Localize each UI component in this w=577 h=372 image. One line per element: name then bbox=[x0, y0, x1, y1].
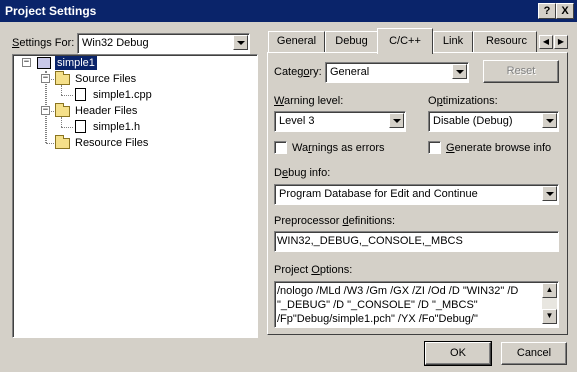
optimizations-dropdown[interactable]: Disable (Debug) bbox=[428, 111, 559, 132]
tab-link[interactable]: Link bbox=[433, 31, 473, 52]
collapse-icon[interactable]: − bbox=[41, 74, 50, 83]
project-options-textarea[interactable]: /nologo /MLd /W3 /Gm /GX /ZI /Od /D "WIN… bbox=[274, 281, 559, 328]
generate-browse-info-checkbox[interactable] bbox=[428, 141, 441, 154]
project-settings-dialog: Project Settings ? X Settings For: Win32… bbox=[0, 0, 577, 372]
collapse-icon[interactable]: − bbox=[41, 106, 50, 115]
project-tree[interactable]: − simple1 − Source Files simple1.cpp − H… bbox=[12, 54, 258, 338]
tree-item-project[interactable]: simple1 bbox=[55, 56, 97, 70]
folder-icon bbox=[55, 135, 70, 149]
preprocessor-value: WIN32,_DEBUG,_CONSOLE,_MBCS bbox=[277, 235, 463, 247]
preprocessor-label: Preprocessor definitions: bbox=[274, 215, 396, 227]
project-options-line-1: /nologo /MLd /W3 /Gm /GX /ZI /Od /D "WIN… bbox=[277, 285, 519, 297]
cpp-file-icon bbox=[75, 88, 86, 101]
tree-item-header-files[interactable]: Header Files bbox=[75, 104, 137, 118]
cancel-button[interactable]: Cancel bbox=[501, 342, 567, 365]
project-options-line-2: "_DEBUG" /D "_CONSOLE" /D "_MBCS" bbox=[277, 299, 478, 311]
help-button[interactable]: ? bbox=[538, 3, 556, 19]
tree-item-source-file[interactable]: simple1.cpp bbox=[93, 88, 152, 102]
optimizations-label: Optimizations: bbox=[428, 95, 498, 107]
tab-general[interactable]: General bbox=[268, 31, 325, 52]
scroll-up-icon[interactable]: ▲ bbox=[542, 283, 557, 298]
tab-c-cpp[interactable]: C/C++ bbox=[377, 28, 433, 54]
category-label: Category: bbox=[274, 66, 322, 78]
chevron-down-icon[interactable] bbox=[233, 35, 248, 50]
warning-level-dropdown[interactable]: Level 3 bbox=[274, 111, 406, 132]
warnings-as-errors-label[interactable]: Warnings as errors bbox=[292, 141, 385, 155]
ok-button[interactable]: OK bbox=[424, 341, 492, 366]
tree-item-resource-files[interactable]: Resource Files bbox=[75, 136, 148, 150]
settings-for-value: Win32 Debug bbox=[82, 37, 149, 49]
tree-line bbox=[61, 85, 62, 95]
warning-level-value: Level 3 bbox=[279, 115, 315, 127]
title-bar[interactable]: Project Settings ? X bbox=[0, 0, 577, 22]
chevron-down-icon[interactable] bbox=[452, 64, 467, 79]
collapse-icon[interactable]: − bbox=[22, 58, 31, 67]
folder-open-icon bbox=[55, 71, 70, 85]
project-options-label: Project Options: bbox=[274, 264, 353, 276]
tree-item-header-file[interactable]: simple1.h bbox=[93, 120, 140, 134]
debug-info-value: Program Database for Edit and Continue bbox=[279, 188, 478, 200]
chevron-down-icon[interactable] bbox=[542, 186, 557, 201]
project-icon bbox=[37, 57, 51, 69]
tab-resources[interactable]: Resourc bbox=[473, 31, 537, 52]
window-title: Project Settings bbox=[5, 4, 97, 18]
tab-scroll-left-icon[interactable]: ◀ bbox=[539, 35, 553, 49]
generate-browse-info-label[interactable]: Generate browse info bbox=[446, 141, 551, 155]
chevron-down-icon[interactable] bbox=[542, 113, 557, 128]
settings-for-dropdown[interactable]: Win32 Debug bbox=[77, 33, 250, 54]
settings-for-label: Settings For: bbox=[12, 37, 75, 49]
header-file-icon bbox=[75, 120, 86, 133]
category-value: General bbox=[330, 66, 370, 78]
tree-line bbox=[61, 117, 62, 127]
category-dropdown[interactable]: General bbox=[325, 62, 469, 83]
tree-item-source-files[interactable]: Source Files bbox=[75, 72, 136, 86]
optimizations-value: Disable (Debug) bbox=[433, 115, 513, 127]
debug-info-label: Debug info: bbox=[274, 167, 331, 179]
tree-line bbox=[61, 127, 73, 128]
chevron-down-icon[interactable] bbox=[389, 113, 404, 128]
project-options-line-3: /Fp"Debug/simple1.pch" /YX /Fo"Debug/" bbox=[277, 313, 478, 325]
reset-button[interactable]: Reset bbox=[483, 60, 559, 83]
warning-level-label: Warning level: bbox=[274, 95, 344, 107]
tab-scroll-right-icon[interactable]: ▶ bbox=[554, 35, 568, 49]
close-button[interactable]: X bbox=[556, 3, 574, 19]
folder-open-icon bbox=[55, 103, 70, 117]
warnings-as-errors-checkbox[interactable] bbox=[274, 141, 287, 154]
scrollbar[interactable]: ▲ ▼ bbox=[542, 283, 557, 324]
tree-line bbox=[61, 95, 73, 96]
preprocessor-input[interactable]: WIN32,_DEBUG,_CONSOLE,_MBCS bbox=[274, 231, 559, 252]
tab-debug[interactable]: Debug bbox=[325, 31, 378, 52]
scroll-down-icon[interactable]: ▼ bbox=[542, 309, 557, 324]
debug-info-dropdown[interactable]: Program Database for Edit and Continue bbox=[274, 184, 559, 205]
